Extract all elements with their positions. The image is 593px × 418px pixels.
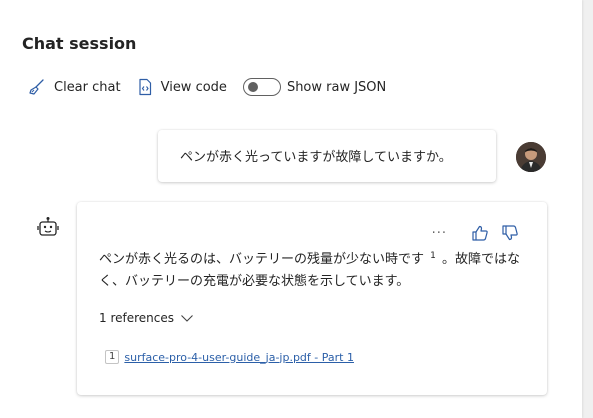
- broom-icon: [29, 79, 44, 95]
- clear-chat-button[interactable]: Clear chat: [28, 78, 121, 96]
- toolbar: Clear chat View code Show raw JSON: [28, 76, 386, 98]
- citation-marker[interactable]: 1: [430, 251, 436, 261]
- user-message-text: ペンが赤く光っていますが故障していますか。: [180, 150, 452, 165]
- view-code-label: View code: [160, 79, 227, 95]
- chevron-down-icon: [181, 315, 193, 322]
- avatar-photo: [516, 142, 546, 172]
- thumbs-up-icon[interactable]: [471, 224, 489, 242]
- reference-item: 1 surface-pro-4-user-guide_ja-jp.pdf - P…: [105, 350, 354, 364]
- user-avatar: [516, 142, 546, 172]
- clear-chat-label: Clear chat: [54, 79, 121, 95]
- references-toggle[interactable]: 1 references: [99, 311, 194, 325]
- toggle-knob: [247, 82, 258, 92]
- reference-number: 1: [105, 350, 120, 364]
- message-actions: ···: [432, 224, 519, 242]
- reference-link[interactable]: surface-pro-4-user-guide_ja-jp.pdf - Par…: [124, 351, 354, 364]
- bot-message: ··· ペンが赤く光るのは、バッテリーの残量が少ない時です 1 。故障ではなく、…: [77, 202, 547, 395]
- page-title: Chat session: [22, 34, 137, 53]
- code-file-icon: [138, 78, 151, 96]
- bot-message-text: ペンが赤く光るのは、バッテリーの残量が少ない時です 1 。故障ではなく、バッテリ…: [99, 249, 529, 293]
- view-code-button[interactable]: View code: [137, 78, 227, 96]
- thumbs-down-icon[interactable]: [501, 224, 519, 242]
- more-options-button[interactable]: ···: [432, 226, 447, 241]
- bot-icon: [37, 217, 59, 236]
- chat-panel: Chat session Clear chat View code Show r…: [0, 0, 582, 418]
- references-label: 1 references: [99, 311, 174, 325]
- raw-json-toggle[interactable]: [242, 78, 281, 96]
- raw-json-label: Show raw JSON: [286, 79, 387, 95]
- user-message: ペンが赤く光っていますが故障していますか。: [158, 130, 496, 182]
- bot-text-part1: ペンが赤く光るのは、バッテリーの残量が少ない時です: [99, 252, 425, 267]
